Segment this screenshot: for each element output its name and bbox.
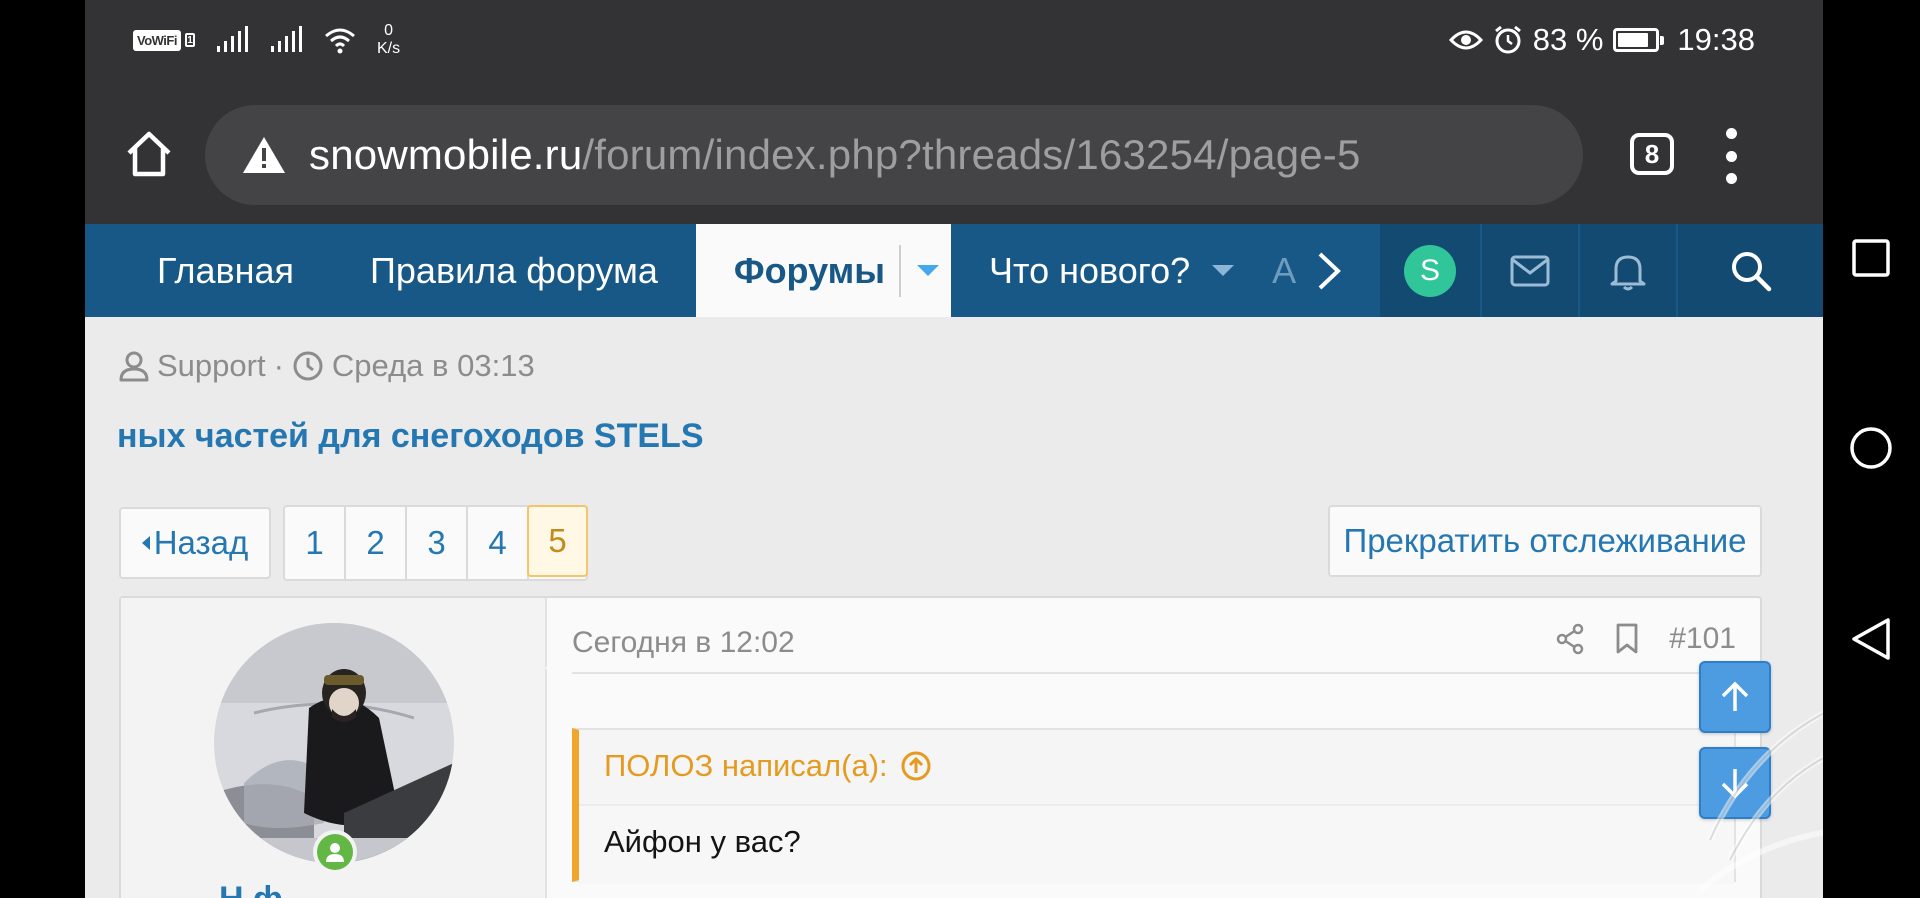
avatar: S: [1404, 244, 1456, 297]
status-bar: VoWiFi 1 0 K/s 83 % 19:38: [85, 0, 1823, 88]
nav-home[interactable]: Главная: [85, 224, 332, 317]
quote-block: ПОЛОЗ написал(а): Айфон у вас?: [572, 728, 1736, 884]
page-link[interactable]: 4: [468, 507, 529, 579]
nav-forum-rules[interactable]: Правила форума: [332, 224, 696, 317]
page-content: Support · Среда в 03:13 ных частей для с…: [85, 317, 1823, 898]
online-status-badge: [313, 830, 357, 874]
battery-percent: 83 %: [1532, 22, 1604, 57]
quote-header[interactable]: ПОЛОЗ написал(а):: [604, 748, 932, 784]
prev-page-label: Назад: [153, 524, 249, 561]
net-speed: 0 K/s: [377, 22, 400, 58]
avatar-photo: [214, 623, 454, 863]
nav-forums-label: Форумы: [733, 249, 885, 291]
clock: 19:38: [1677, 22, 1755, 57]
net-speed-value: 0: [384, 22, 393, 39]
share-icon[interactable]: [1555, 623, 1585, 655]
unwatch-button[interactable]: Прекратить отслеживание: [1328, 505, 1762, 577]
chevron-right-icon: [1318, 252, 1342, 289]
battery-icon: [1613, 28, 1665, 52]
search-icon: [1731, 251, 1771, 291]
user-online-icon: [326, 843, 344, 862]
post-actions: #101: [1555, 622, 1736, 656]
mail-icon: [1510, 255, 1550, 286]
bookmark-icon[interactable]: [1615, 623, 1639, 655]
page-link[interactable]: 1: [285, 507, 346, 579]
thread-title[interactable]: ных частей для снегоходов STELS: [117, 417, 704, 456]
thread-date[interactable]: Среда в 03:13: [332, 348, 535, 384]
thread-author[interactable]: Support: [157, 348, 266, 384]
net-speed-unit: K/s: [376, 40, 401, 57]
chevron-down-icon[interactable]: [917, 265, 939, 276]
warning-icon: [243, 137, 285, 173]
conversations-button[interactable]: [1482, 224, 1580, 317]
user-account-button[interactable]: S: [1380, 224, 1482, 317]
phone-screen: VoWiFi 1 0 K/s 83 % 19:38 snowmobile.ru/…: [85, 0, 1823, 898]
quote-author: ПОЛОЗ написал(а):: [604, 748, 888, 783]
home-nav-button[interactable]: [1847, 424, 1895, 472]
vowifi-indicator: VoWiFi 1: [133, 29, 195, 51]
home-icon: [127, 131, 171, 177]
site-watermark-logo: [1698, 710, 1823, 893]
back-nav-button[interactable]: [1847, 615, 1895, 663]
alerts-button[interactable]: [1580, 224, 1678, 317]
forum-navbar: Главная Правила форума Форумы Что нового…: [85, 224, 1823, 317]
search-button[interactable]: [1678, 224, 1823, 317]
signal-icon: [216, 26, 248, 52]
nav-scroll-right-button[interactable]: [1296, 224, 1354, 317]
post-date[interactable]: Сегодня в 12:02: [572, 626, 795, 660]
signal-icon: [270, 26, 302, 52]
bell-icon: [1610, 255, 1646, 290]
browser-menu-button[interactable]: [1721, 128, 1741, 184]
quote-text: Айфон у вас?: [604, 824, 801, 859]
home-button[interactable]: [119, 124, 179, 184]
nav-more-label[interactable]: А: [1272, 224, 1296, 317]
vowifi-icon: VoWiFi: [133, 29, 181, 51]
tab-switcher-button[interactable]: 8: [1630, 133, 1674, 175]
nav-divider: [899, 244, 901, 297]
caret-left-icon: [141, 536, 150, 550]
url-text: snowmobile.ru/forum/index.php?threads/16…: [309, 131, 1361, 179]
user-nav: S: [1380, 224, 1823, 317]
nav-forums[interactable]: Форумы: [695, 224, 951, 317]
url-path: /forum/index.php?threads/163254/page-5: [582, 131, 1361, 178]
clock-icon: [293, 351, 323, 381]
url-domain: snowmobile.ru: [309, 131, 583, 178]
divider: [572, 672, 1736, 674]
address-bar[interactable]: snowmobile.ru/forum/index.php?threads/16…: [205, 105, 1583, 205]
post-body: Сегодня в 12:02 #101 ПОЛОЗ написал(а): А…: [547, 598, 1762, 898]
quote-content: Айфон у вас?: [579, 804, 1734, 884]
chevron-down-icon: [1212, 265, 1235, 276]
page-link-current[interactable]: 5: [527, 505, 588, 577]
browser-toolbar: snowmobile.ru/forum/index.php?threads/16…: [85, 88, 1823, 224]
square-icon: [1852, 239, 1890, 277]
wifi-icon: [324, 28, 355, 54]
android-nav-bar: [1823, 0, 1920, 898]
eye-icon: [1448, 30, 1483, 50]
pagination: Назад 1 2 3 4 5: [119, 505, 588, 581]
nav-whats-new[interactable]: Что нового?: [951, 224, 1272, 317]
circle-icon: [1850, 427, 1892, 469]
page-link[interactable]: 2: [346, 507, 407, 579]
nav-whats-new-label: Что нового?: [989, 249, 1191, 291]
page-link[interactable]: 3: [407, 507, 468, 579]
post-number[interactable]: #101: [1669, 622, 1736, 656]
page-numbers: 1 2 3 4 5: [283, 505, 588, 581]
arrow-up-circle-icon[interactable]: [900, 750, 932, 782]
thread-meta: Support · Среда в 03:13: [119, 348, 535, 384]
triangle-back-icon: [1852, 618, 1890, 660]
user-icon: [119, 351, 149, 382]
post-user-cell: Н ф: [121, 598, 565, 898]
sim-icon: 1: [184, 33, 195, 47]
prev-page-button[interactable]: Назад: [119, 507, 271, 579]
post-username[interactable]: Н ф: [219, 880, 283, 898]
meta-separator: ·: [273, 348, 284, 383]
alarm-icon: [1494, 25, 1521, 54]
post: Н ф Сегодня в 12:02 #101: [119, 596, 1762, 898]
recent-apps-button[interactable]: [1847, 234, 1895, 282]
user-avatar[interactable]: [214, 623, 454, 863]
